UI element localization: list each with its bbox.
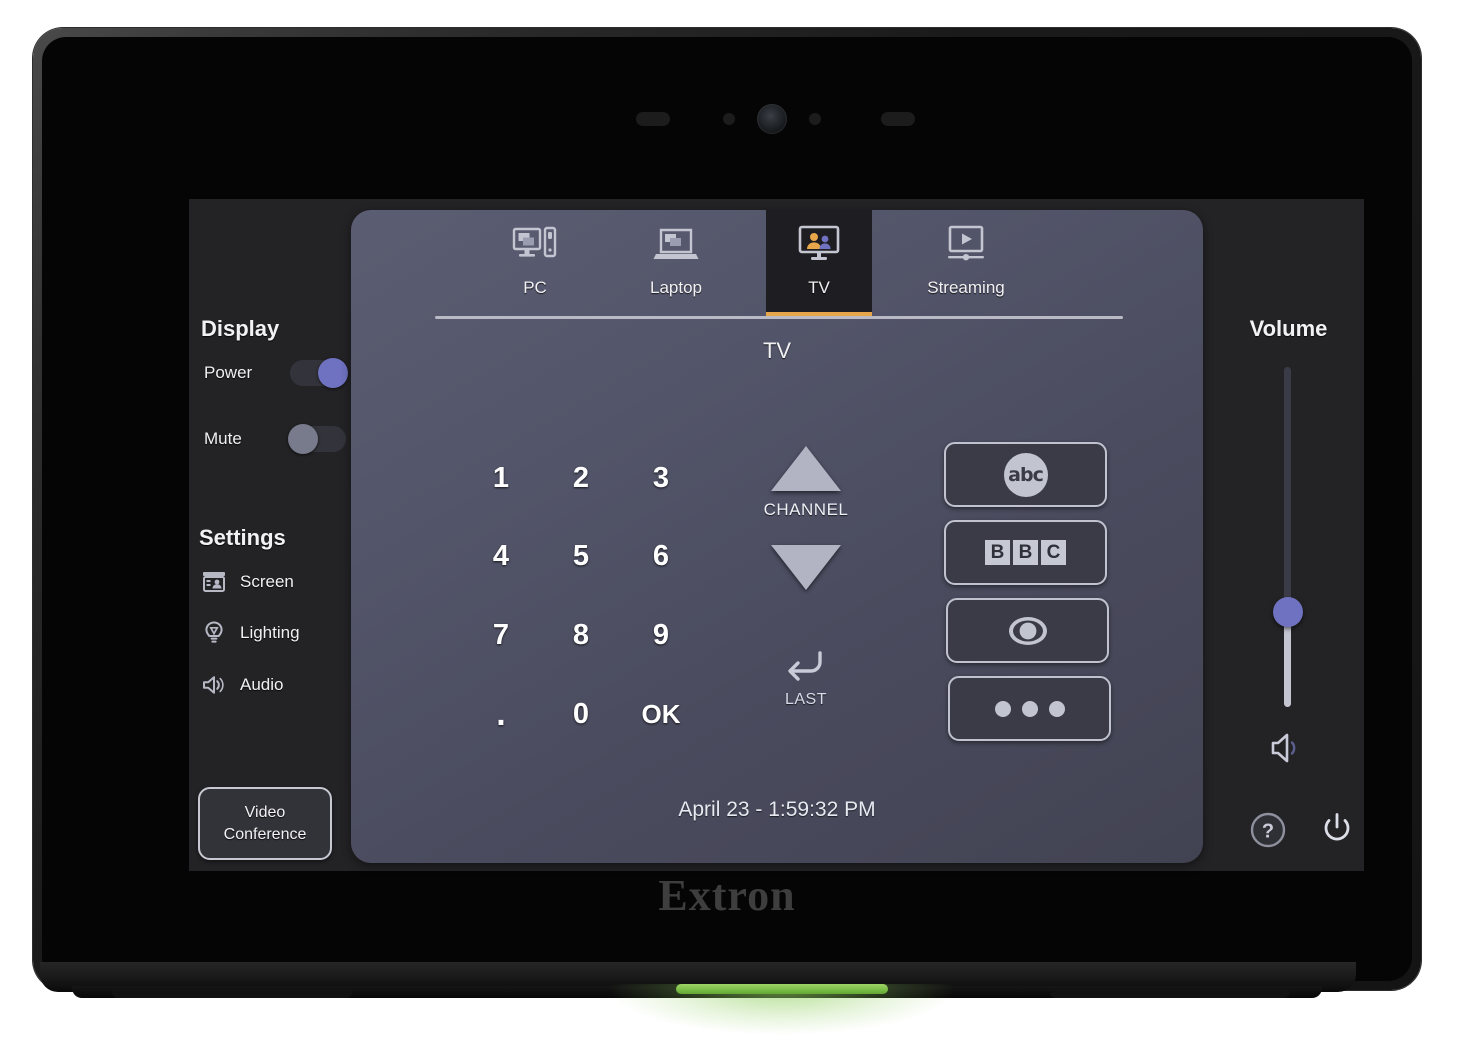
lightbulb-icon xyxy=(205,621,223,643)
sidebar-item-audio[interactable]: Audio xyxy=(201,672,283,698)
bbc-logo-icon: B B C xyxy=(985,540,1066,565)
key-6[interactable]: 6 xyxy=(621,525,701,587)
key-2[interactable]: 2 xyxy=(541,447,621,509)
device-foot-right xyxy=(1050,988,1290,998)
tv-people-icon xyxy=(798,225,840,260)
return-arrow-icon[interactable] xyxy=(779,645,831,687)
sidebar-item-screen[interactable]: Screen xyxy=(201,569,294,595)
touchpanel-device: Display Power Mute Settings Screen Light… xyxy=(33,28,1421,990)
key-3[interactable]: 3 xyxy=(621,447,701,509)
device-foot-left xyxy=(112,988,352,998)
source-tabs: PC Laptop TV Streaming xyxy=(351,210,1203,318)
screenshot-root: Display Power Mute Settings Screen Light… xyxy=(0,0,1480,1050)
toggle-row-power[interactable]: Power xyxy=(204,358,348,388)
video-conference-line1: Video xyxy=(244,803,286,821)
channel-down-button[interactable] xyxy=(771,545,841,590)
tab-pc[interactable]: PC xyxy=(482,210,588,314)
last-label: LAST xyxy=(784,691,827,708)
tab-label-pc: PC xyxy=(523,278,547,297)
tab-label-tv: TV xyxy=(808,278,830,297)
screen-icon xyxy=(203,572,225,592)
bbc-letter-1: B xyxy=(985,540,1010,565)
key-1[interactable]: 1 xyxy=(461,447,541,509)
key-ok[interactable]: OK xyxy=(621,683,701,745)
channel-presets: abc B B C xyxy=(926,442,1116,752)
touchscreen[interactable]: Display Power Mute Settings Screen Light… xyxy=(189,199,1364,871)
tab-streaming[interactable]: Streaming xyxy=(913,210,1019,314)
volume-heading: Volume xyxy=(1249,316,1328,341)
settings-heading: Settings xyxy=(199,525,286,550)
tabs-divider xyxy=(435,316,1123,319)
video-conference-line2: Conference xyxy=(223,825,307,843)
preset-bbc-button[interactable]: B B C xyxy=(944,520,1107,585)
volume-slider-fill xyxy=(1284,613,1291,707)
brand-logo: Extron xyxy=(658,871,796,920)
status-led xyxy=(676,984,888,994)
key-4[interactable]: 4 xyxy=(461,525,541,587)
tab-laptop[interactable]: Laptop xyxy=(623,210,729,314)
speaker-icon xyxy=(203,676,224,694)
volume-rail: Volume ? xyxy=(1213,199,1364,871)
tab-tv[interactable]: TV xyxy=(766,210,872,317)
toggle-knob-mute xyxy=(288,424,318,454)
tab-label-laptop: Laptop xyxy=(650,278,702,297)
toggle-label-power: Power xyxy=(204,363,253,382)
channel-label: CHANNEL xyxy=(763,500,849,519)
speaker-slot-right-icon xyxy=(881,112,915,126)
key-9[interactable]: 9 xyxy=(621,604,701,666)
bbc-letter-3: C xyxy=(1041,540,1066,565)
display-heading: Display xyxy=(201,316,280,341)
key-5[interactable]: 5 xyxy=(541,525,621,587)
preset-more-button[interactable] xyxy=(948,676,1111,741)
channel-up-button[interactable] xyxy=(771,446,841,491)
page-title: TV xyxy=(762,338,792,363)
sidebar-label-audio: Audio xyxy=(240,675,284,694)
volume-slider-thumb[interactable] xyxy=(1273,597,1303,627)
sidebar-item-lighting[interactable]: Lighting xyxy=(201,620,300,646)
sensor-dot-right-icon xyxy=(809,113,821,125)
tab-label-streaming: Streaming xyxy=(927,278,1005,297)
main-panel: PC Laptop TV Streaming TV 1 2 3 4 5 6 7 … xyxy=(351,210,1203,863)
speaker-slot-left-icon xyxy=(636,112,670,126)
video-conference-button[interactable]: Video Conference xyxy=(198,787,332,860)
toggle-switch-mute[interactable] xyxy=(288,424,346,454)
toggle-switch-power[interactable] xyxy=(290,358,348,388)
numeric-keypad: 1 2 3 4 5 6 7 8 9 . 0 OK xyxy=(461,447,701,737)
toggle-knob-power xyxy=(318,358,348,388)
cbs-eye-icon xyxy=(1008,616,1047,645)
camera-lens-icon xyxy=(757,104,787,134)
speaker-wave-icon[interactable] xyxy=(1269,730,1309,766)
sidebar: Display Power Mute Settings Screen Light… xyxy=(189,199,351,871)
key-dot[interactable]: . xyxy=(461,683,541,745)
sensor-dot-left-icon xyxy=(723,113,735,125)
channel-cluster: CHANNEL LAST xyxy=(741,437,871,737)
preset-cbs-button[interactable] xyxy=(946,598,1109,663)
key-8[interactable]: 8 xyxy=(541,604,621,666)
toggle-label-mute: Mute xyxy=(204,429,242,448)
help-button[interactable]: ? xyxy=(1249,811,1287,849)
desktop-pc-icon xyxy=(512,226,557,258)
laptop-icon xyxy=(653,228,699,259)
bbc-letter-2: B xyxy=(1013,540,1038,565)
sidebar-label-screen: Screen xyxy=(240,572,294,591)
media-play-icon xyxy=(948,225,984,261)
svg-text:?: ? xyxy=(1262,821,1274,843)
key-7[interactable]: 7 xyxy=(461,604,541,666)
preset-abc-button[interactable]: abc xyxy=(944,442,1107,507)
power-button[interactable] xyxy=(1318,809,1356,847)
key-0[interactable]: 0 xyxy=(541,683,621,745)
sidebar-label-lighting: Lighting xyxy=(240,623,300,642)
clock: April 23 - 1:59:32 PM xyxy=(678,798,876,821)
ellipsis-icon xyxy=(994,700,1065,717)
abc-logo-icon: abc xyxy=(1003,452,1048,497)
toggle-row-mute[interactable]: Mute xyxy=(204,424,346,454)
